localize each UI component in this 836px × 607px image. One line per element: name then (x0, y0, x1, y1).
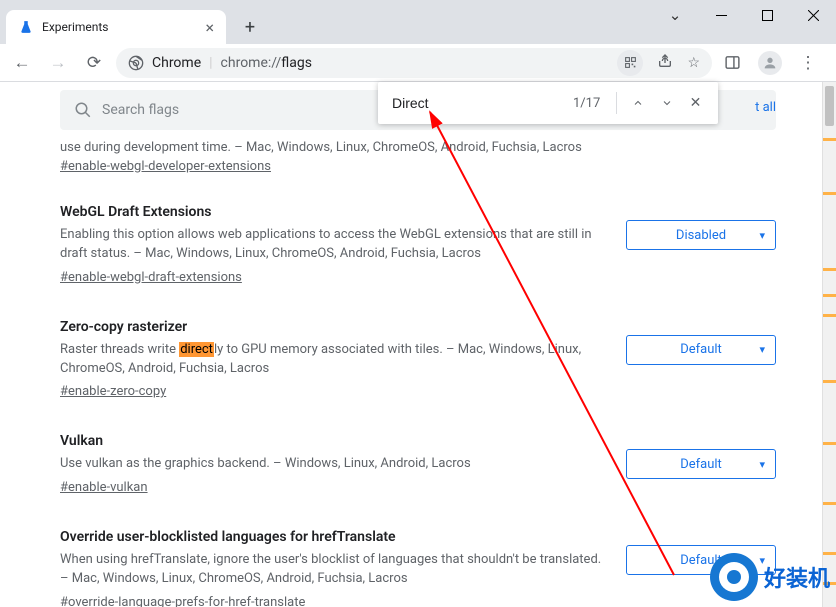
flag-row: WebGL Draft Extensions Enabling this opt… (60, 174, 776, 289)
find-match-highlight: direct (179, 342, 214, 357)
scrollbar-find-mark (823, 294, 836, 297)
find-close-button[interactable]: ✕ (681, 88, 710, 118)
profile-avatar[interactable] (758, 51, 782, 75)
scrollbar-thumb[interactable] (825, 86, 834, 126)
flag-row: Override user-blocklisted languages for … (60, 499, 776, 607)
flag-dropdown[interactable]: Default (626, 449, 776, 479)
maximize-button[interactable] (744, 0, 790, 30)
sidepanel-icon[interactable] (720, 51, 744, 75)
scrollbar-find-mark (823, 192, 836, 195)
kebab-menu-icon[interactable]: ⋮ (796, 51, 820, 75)
omnibox-origin: Chrome (152, 55, 201, 71)
flag-dropdown[interactable]: Disabled (626, 220, 776, 250)
scrollbar-find-mark (823, 502, 836, 505)
flag-title: Override user-blocklisted languages for … (60, 529, 602, 545)
flag-desc: Use vulkan as the graphics backend. – Wi… (60, 455, 602, 474)
flag-desc: Raster threads write directly to GPU mem… (60, 341, 602, 379)
omnibox-url: chrome://flags (221, 55, 312, 71)
search-icon (74, 101, 92, 119)
close-tab-icon[interactable]: × (205, 18, 214, 37)
scrollbar-find-mark (823, 380, 836, 383)
flag-anchor-link[interactable]: #override-language-prefs-for-href-transl… (60, 595, 305, 607)
address-bar[interactable]: Chrome | chrome://flags ☆ (116, 48, 712, 78)
find-input[interactable] (392, 95, 573, 111)
chrome-icon (128, 55, 144, 71)
scrollbar-find-mark (823, 268, 836, 271)
bookmark-icon[interactable]: ☆ (687, 55, 700, 71)
flag-dropdown[interactable]: Default (626, 335, 776, 365)
flag-anchor-link[interactable]: #enable-webgl-developer-extensions (60, 159, 271, 174)
flag-desc-partial: use during development time. – Mac, Wind… (60, 140, 776, 155)
scrollbar-find-mark (823, 442, 836, 445)
tab-title: Experiments (42, 20, 109, 34)
watermark-logo-icon (710, 553, 758, 601)
back-button[interactable]: ← (8, 49, 36, 77)
find-in-page-bar: 1/17 ✕ (378, 82, 718, 124)
scrollbar[interactable] (822, 82, 836, 607)
reset-all-link[interactable]: t all (755, 100, 776, 115)
scrollbar-find-mark (823, 138, 836, 141)
flag-desc: Enabling this option allows web applicat… (60, 226, 602, 264)
page-viewport: Search flags t all use during developmen… (0, 82, 836, 607)
window-controls: ⌄ (652, 0, 836, 30)
new-tab-button[interactable]: + (236, 13, 264, 41)
flag-desc: When using hrefTranslate, ignore the use… (60, 551, 602, 589)
find-next-button[interactable] (652, 88, 681, 118)
flask-icon (18, 19, 34, 35)
flag-anchor-link[interactable]: #enable-vulkan (60, 480, 148, 495)
omnibox-separator: | (209, 55, 212, 71)
window-titlebar: Experiments × + ⌄ (0, 0, 836, 44)
flag-title: Zero-copy rasterizer (60, 319, 602, 335)
browser-toolbar: ← → ⟳ Chrome | chrome://flags ☆ ⋮ (0, 44, 836, 82)
flag-anchor-link[interactable]: #enable-zero-copy (60, 384, 166, 399)
flag-title: WebGL Draft Extensions (60, 204, 602, 220)
flag-row: Vulkan Use vulkan as the graphics backen… (60, 403, 776, 499)
flag-title: Vulkan (60, 433, 602, 449)
flag-dropdown-value: Default (680, 457, 722, 472)
minimize-button[interactable] (698, 0, 744, 30)
share-icon[interactable] (657, 53, 673, 73)
close-window-button[interactable] (790, 0, 836, 30)
reload-button[interactable]: ⟳ (80, 49, 108, 77)
watermark-text: 好装机 (764, 561, 830, 593)
qr-icon[interactable] (617, 50, 643, 76)
watermark: 好装机 (710, 553, 830, 601)
forward-button[interactable]: → (44, 49, 72, 77)
flags-search-placeholder: Search flags (102, 102, 179, 118)
tab-search-icon[interactable]: ⌄ (652, 0, 698, 30)
flag-dropdown-value: Disabled (676, 228, 726, 243)
flag-dropdown-value: Default (680, 342, 722, 357)
flag-row: Zero-copy rasterizer Raster threads writ… (60, 289, 776, 404)
browser-tab-active[interactable]: Experiments × (6, 10, 226, 44)
find-count: 1/17 (573, 96, 600, 111)
separator (616, 92, 617, 114)
find-prev-button[interactable] (623, 88, 652, 118)
flag-anchor-link[interactable]: #enable-webgl-draft-extensions (60, 270, 242, 285)
scrollbar-find-mark (823, 314, 836, 317)
